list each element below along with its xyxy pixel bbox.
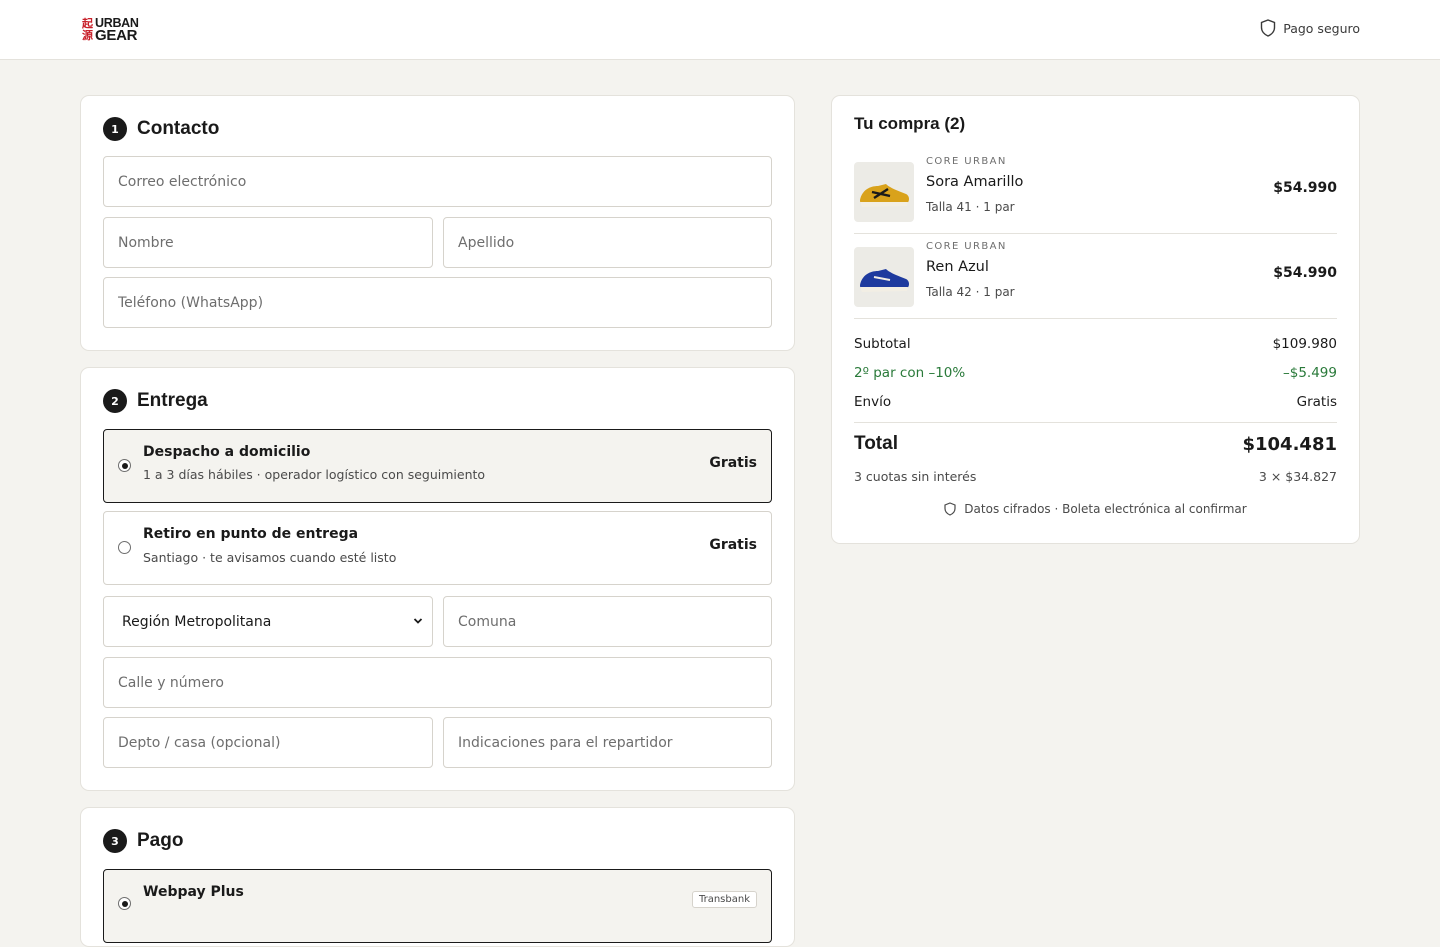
street-field[interactable] — [103, 657, 772, 708]
shipping-label: Envío — [854, 394, 892, 410]
payment-section: 3 Pago Webpay Plus Transbank — [80, 807, 795, 947]
product-meta: Talla 41 · 1 par — [926, 200, 1015, 214]
option-subtitle: 1 a 3 días hábiles · operador logístico … — [143, 467, 486, 482]
payment-heading: 3 Pago — [103, 829, 183, 853]
option-price: Gratis — [709, 537, 757, 553]
cart-item: CORE URBAN Ren Azul Talla 42 · 1 par $54… — [854, 239, 1337, 324]
sneaker-image — [860, 269, 909, 292]
total-value: $104.481 — [1242, 433, 1337, 455]
radio-unselected[interactable] — [118, 541, 131, 554]
discount-row: 2º par con –10% –$5.499 — [854, 365, 1337, 381]
security-note-text: Datos cifrados · Boleta electrónica al c… — [964, 502, 1247, 516]
logo[interactable]: 起 源 URBAN GEAR — [82, 16, 139, 44]
delivery-option-pickup[interactable]: Retiro en punto de entrega Santiago · te… — [103, 511, 772, 585]
delivery-section: 2 Entrega Despacho a domicilio 1 a 3 día… — [80, 367, 795, 791]
apartment-field[interactable] — [103, 717, 433, 768]
contact-section: 1 Contacto — [80, 95, 795, 351]
option-title: Despacho a domicilio — [143, 444, 311, 460]
first-name-field[interactable] — [103, 217, 433, 268]
order-summary: Tu compra (2) CORE URBAN Sora Amarillo T… — [831, 95, 1360, 544]
radio-selected[interactable] — [118, 897, 131, 910]
section-title: Pago — [137, 830, 184, 851]
section-title: Contacto — [137, 118, 220, 139]
divider — [854, 318, 1337, 319]
secure-label: Pago seguro — [1283, 20, 1360, 36]
step-number: 1 — [103, 117, 127, 141]
section-title: Entrega — [137, 390, 208, 411]
top-bar: 起 源 URBAN GEAR Pago seguro — [0, 0, 1440, 60]
product-name: Ren Azul — [926, 259, 989, 275]
option-price: Gratis — [709, 455, 757, 471]
product-thumbnail — [854, 247, 914, 307]
delivery-notes-field[interactable] — [443, 717, 772, 768]
option-title: Retiro en punto de entrega — [143, 526, 359, 542]
security-note: Datos cifrados · Boleta electrónica al c… — [832, 502, 1359, 516]
payment-option-webpay[interactable]: Webpay Plus Transbank — [103, 869, 772, 943]
shield-icon — [944, 502, 956, 516]
product-brand: CORE URBAN — [926, 156, 1007, 167]
product-brand: CORE URBAN — [926, 241, 1007, 252]
subtotal-row: Subtotal $109.980 — [854, 336, 1337, 352]
subtotal-label: Subtotal — [854, 336, 911, 352]
shipping-value: Gratis — [1296, 394, 1337, 410]
phone-field[interactable] — [103, 277, 772, 328]
option-title: Webpay Plus — [143, 884, 244, 900]
delivery-heading: 2 Entrega — [103, 389, 208, 413]
product-thumbnail — [854, 162, 914, 222]
total-label: Total — [854, 433, 898, 454]
shipping-row: Envío Gratis — [854, 394, 1337, 410]
logo-kanji: 起 源 — [82, 16, 93, 42]
region-select-wrapper: Región Metropolitana — [103, 596, 433, 647]
installments-label: 3 cuotas sin interés — [854, 469, 977, 484]
comuna-field[interactable] — [443, 596, 772, 647]
step-number: 3 — [103, 829, 127, 853]
delivery-option-home[interactable]: Despacho a domicilio 1 a 3 días hábiles … — [103, 429, 772, 503]
total-row: Total $104.481 — [854, 433, 1337, 455]
subtotal-value: $109.980 — [1272, 336, 1337, 352]
summary-title: Tu compra (2) — [854, 114, 966, 133]
logo-wordmark: URBAN GEAR — [95, 16, 139, 44]
step-number: 2 — [103, 389, 127, 413]
discount-label: 2º par con –10% — [854, 365, 966, 381]
email-field[interactable] — [103, 156, 772, 207]
divider — [854, 233, 1337, 234]
installments-row: 3 cuotas sin interés 3 × $34.827 — [854, 469, 1337, 484]
radio-selected[interactable] — [118, 459, 131, 472]
shield-icon — [1261, 19, 1276, 37]
product-meta: Talla 42 · 1 par — [926, 285, 1015, 299]
product-price: $54.990 — [1273, 265, 1337, 281]
option-subtitle: Santiago · te avisamos cuando esté listo — [143, 550, 397, 565]
product-name: Sora Amarillo — [926, 174, 1024, 190]
sneaker-image — [860, 184, 909, 207]
secure-payment-indicator: Pago seguro — [1260, 19, 1360, 37]
region-select[interactable]: Región Metropolitana — [103, 596, 433, 647]
contact-heading: 1 Contacto — [103, 117, 219, 141]
product-price: $54.990 — [1273, 180, 1337, 196]
last-name-field[interactable] — [443, 217, 772, 268]
installments-value: 3 × $34.827 — [1258, 469, 1337, 484]
discount-value: –$5.499 — [1283, 365, 1337, 381]
cart-item: CORE URBAN Sora Amarillo Talla 41 · 1 pa… — [854, 154, 1337, 239]
divider — [854, 422, 1337, 423]
